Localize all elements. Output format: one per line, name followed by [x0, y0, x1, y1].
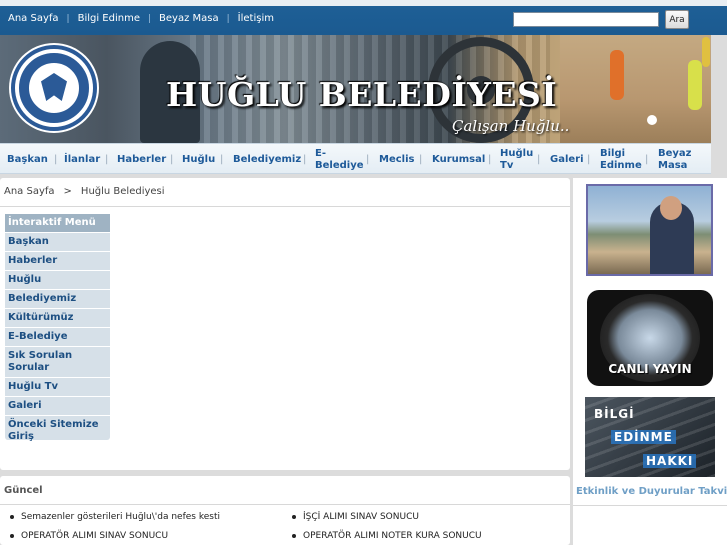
top-separator: |: [147, 13, 152, 24]
banner-player-image: [610, 50, 624, 100]
nav-separator: |: [645, 154, 649, 165]
news-item[interactable]: İŞÇİ ALIMI SINAV SONUCU: [292, 512, 419, 522]
nav-item-council[interactable]: Meclis: [379, 144, 414, 175]
nav-separator: |: [303, 154, 307, 165]
news-item-label: OPERATÖR ALIMI SINAV SONUCU: [21, 531, 169, 541]
side-menu-item-mayor[interactable]: Başkan: [5, 232, 110, 251]
side-menu-item-e-municipality[interactable]: E-Belediye: [5, 327, 110, 346]
news-section-title: Güncel: [4, 485, 43, 496]
nav-item-mayor[interactable]: Başkan: [7, 144, 48, 175]
live-broadcast-label: CANLI YAYIN: [608, 362, 692, 376]
bullet-icon: [10, 515, 14, 519]
site-slogan: Çalışan Huğlu..: [452, 117, 570, 135]
right-sidebar: CANLI YAYIN BİLGİ EDİNME HAKKI Etkinlik …: [573, 178, 727, 545]
nav-separator: |: [587, 154, 591, 165]
top-separator: |: [66, 13, 70, 24]
banner-player-image: [702, 37, 710, 67]
nav-separator: |: [105, 154, 109, 165]
top-link-white-desk[interactable]: Beyaz Masa: [159, 13, 219, 24]
content-panel: Ana Sayfa > Huğlu Belediyesi İnteraktif …: [0, 178, 570, 470]
divider: [0, 206, 570, 207]
nav-separator: |: [366, 154, 370, 165]
nav-item-corporate[interactable]: Kurumsal: [432, 144, 485, 175]
top-link-home[interactable]: Ana Sayfa: [8, 13, 59, 24]
side-menu-item-culture[interactable]: Kültürümüz: [5, 308, 110, 327]
search-input[interactable]: [513, 12, 659, 27]
divider: [0, 504, 570, 505]
side-menu-item-huglu-tv[interactable]: Huğlu Tv: [5, 377, 110, 396]
news-item-label: İŞÇİ ALIMI SINAV SONUCU: [303, 512, 419, 522]
nav-item-e-municipality[interactable]: E-Belediye: [315, 144, 364, 175]
banner-ball-image: [647, 115, 657, 125]
nav-separator: |: [488, 154, 492, 165]
news-item-label: Semazenler gösterileri Huğlu\'da nefes k…: [21, 512, 220, 522]
bullet-icon: [292, 515, 296, 519]
main-navigation: Başkan | İlanlar | Haberler | Huğlu | Be…: [0, 143, 711, 174]
nav-item-gallery[interactable]: Galeri: [550, 144, 584, 175]
info-banner-word: HAKKI: [643, 454, 697, 468]
breadcrumb: Ana Sayfa > Huğlu Belediyesi: [4, 186, 165, 197]
nav-separator: |: [220, 154, 224, 165]
top-bar: Ana Sayfa | Bilgi Edinme | Beyaz Masa | …: [0, 0, 727, 35]
bullet-icon: [292, 534, 296, 538]
site-title: HUĞLU BELEDİYESİ: [166, 75, 558, 114]
mayor-head: [660, 196, 682, 220]
side-menu-item-our-municipality[interactable]: Belediyemiz: [5, 289, 110, 308]
top-link-contact[interactable]: İletişim: [238, 13, 274, 24]
nav-separator: |: [54, 154, 58, 165]
events-calendar-title: Etkinlik ve Duyurular Takvimi: [576, 486, 727, 497]
interactive-side-menu: İnteraktif Menü Başkan Haberler Huğlu Be…: [5, 214, 110, 442]
nav-item-huglu[interactable]: Huğlu: [182, 144, 215, 175]
nav-separator: |: [419, 154, 423, 165]
info-banner-word: EDİNME: [611, 430, 676, 444]
info-banner-word: BİLGİ: [594, 407, 635, 421]
information-right-banner[interactable]: BİLGİ EDİNME HAKKI: [585, 397, 715, 477]
nav-separator: |: [170, 154, 174, 165]
side-menu-title: İnteraktif Menü: [5, 214, 110, 232]
nav-item-news[interactable]: Haberler: [117, 144, 166, 175]
news-panel: Güncel Semazenler gösterileri Huğlu\'da …: [0, 476, 570, 545]
nav-item-our-municipality[interactable]: Belediyemiz: [233, 144, 301, 175]
municipality-logo[interactable]: [11, 45, 97, 131]
breadcrumb-separator: >: [63, 186, 72, 197]
side-menu-item-gallery[interactable]: Galeri: [5, 396, 110, 415]
news-item-label: OPERATÖR ALIMI NOTER KURA SONUCU: [303, 531, 482, 541]
news-item[interactable]: OPERATÖR ALIMI NOTER KURA SONUCU: [292, 531, 482, 541]
side-menu-item-faq[interactable]: Sık Sorulan Sorular: [5, 346, 110, 377]
top-separator: |: [226, 13, 230, 24]
nav-item-white-desk[interactable]: Beyaz Masa: [658, 144, 694, 175]
mayor-photo[interactable]: [586, 184, 713, 276]
side-menu-item-previous-site[interactable]: Önceki Sitemize Giriş: [5, 415, 110, 446]
news-item[interactable]: OPERATÖR ALIMI SINAV SONUCU: [10, 531, 168, 541]
bullet-icon: [10, 534, 14, 538]
header-banner: HUĞLU BELEDİYESİ Çalışan Huğlu..: [0, 35, 711, 143]
banner-player-image: [688, 60, 702, 110]
nav-item-information-request[interactable]: Bilgi Edinme: [600, 144, 642, 175]
divider: [573, 505, 727, 506]
breadcrumb-home-link[interactable]: Ana Sayfa: [4, 186, 55, 197]
breadcrumb-current: Huğlu Belediyesi: [80, 186, 165, 197]
search-button[interactable]: Ara: [665, 10, 689, 29]
side-menu-item-news[interactable]: Haberler: [5, 251, 110, 270]
top-link-information-request[interactable]: Bilgi Edinme: [78, 13, 140, 24]
nav-item-huglu-tv[interactable]: Huğlu Tv: [500, 144, 534, 175]
nav-item-announcements[interactable]: İlanlar: [64, 144, 100, 175]
nav-separator: |: [537, 154, 541, 165]
side-menu-item-huglu[interactable]: Huğlu: [5, 270, 110, 289]
top-navigation: Ana Sayfa | Bilgi Edinme | Beyaz Masa | …: [8, 13, 274, 24]
live-broadcast-banner[interactable]: CANLI YAYIN: [587, 290, 713, 386]
news-item[interactable]: Semazenler gösterileri Huğlu\'da nefes k…: [10, 512, 220, 522]
